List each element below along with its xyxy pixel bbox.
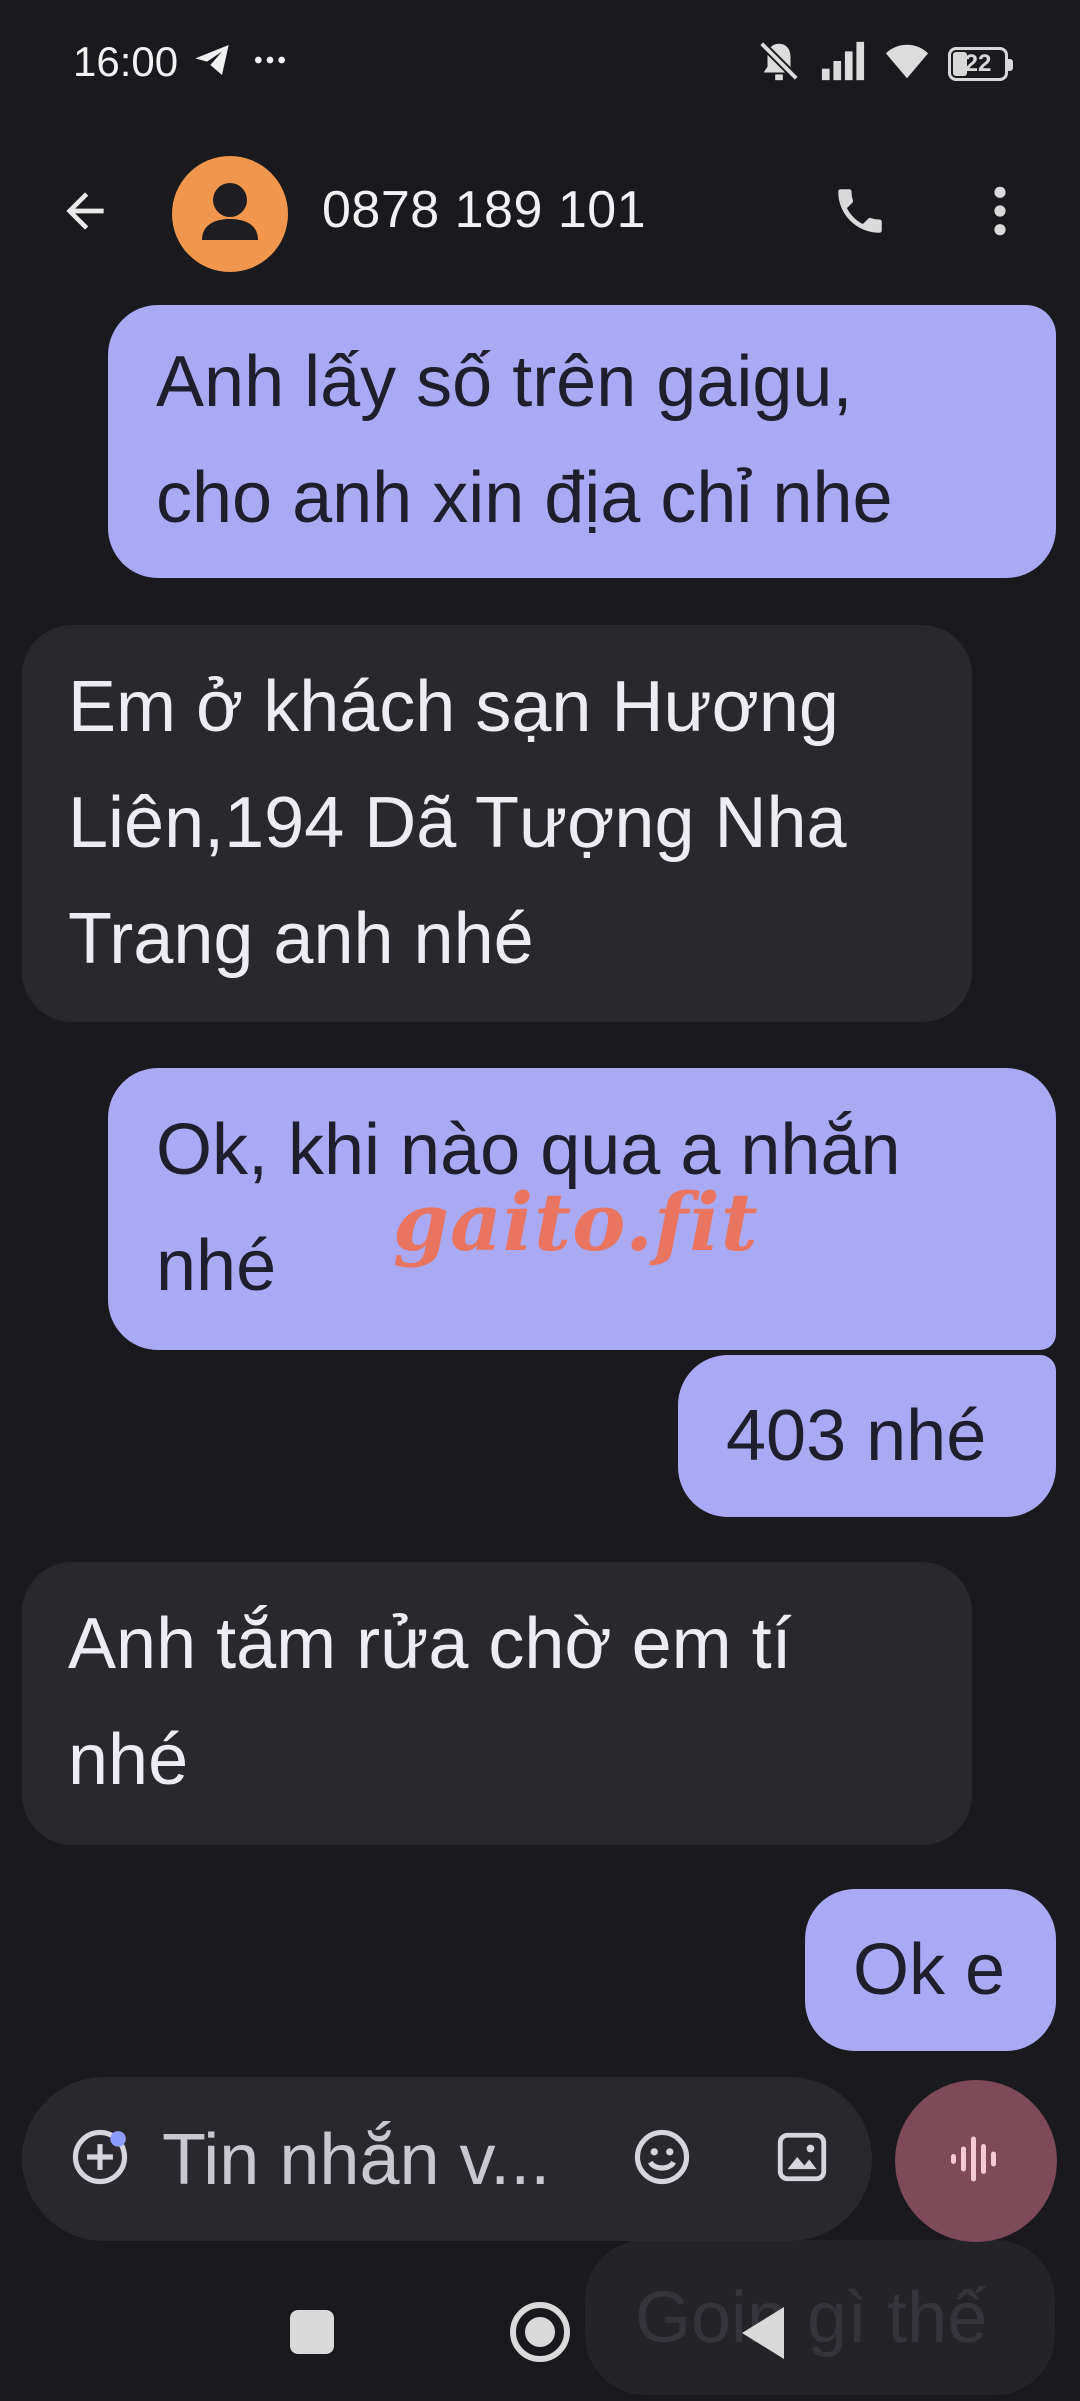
- message-bubble-incoming[interactable]: Anh tắm rửa chờ em tí nhé: [22, 1562, 972, 1845]
- battery-level: 22: [964, 49, 992, 77]
- back-button[interactable]: [45, 173, 125, 253]
- image-icon: [773, 2128, 831, 2191]
- battery-icon: 22: [948, 46, 1013, 81]
- home-icon[interactable]: [510, 2302, 570, 2362]
- more-options-button[interactable]: [960, 173, 1040, 253]
- message-bubble-outgoing[interactable]: Anh lấy số trên gaigu, cho anh xin địa c…: [108, 305, 1056, 578]
- status-bar: 16:00 22: [0, 0, 1080, 125]
- voice-message-button[interactable]: [895, 2080, 1057, 2242]
- signal-icon: [820, 41, 866, 86]
- arrow-back-icon: [57, 183, 113, 244]
- add-circle-icon: [69, 2126, 131, 2193]
- mute-icon: [756, 38, 802, 89]
- watermark: gaito.fit: [393, 1175, 759, 1269]
- gallery-button[interactable]: [762, 2119, 842, 2199]
- recent-apps-icon[interactable]: [290, 2310, 334, 2354]
- wifi-icon: [884, 41, 930, 86]
- message-text: cho anh xin địa chỉ nhe: [156, 458, 893, 538]
- avatar[interactable]: [172, 156, 288, 272]
- message-input[interactable]: [160, 2103, 624, 2217]
- message-text: Anh tắm rửa chờ em tí: [68, 1604, 792, 1684]
- notification-icons: [192, 40, 290, 85]
- call-button[interactable]: [820, 173, 900, 253]
- message-text: Ok e: [853, 1930, 1006, 2010]
- message-text: Trang anh nhé: [68, 899, 534, 979]
- message-text: 403 nhé: [726, 1396, 987, 1476]
- person-icon: [202, 183, 258, 240]
- emoji-button[interactable]: [622, 2119, 702, 2199]
- phone-icon: [831, 182, 889, 245]
- system-nav-bar: [0, 2280, 1080, 2401]
- status-time: 16:00: [73, 38, 179, 85]
- message-bubble-outgoing[interactable]: 403 nhé: [678, 1355, 1056, 1517]
- contact-name[interactable]: 0878 189 101: [322, 180, 646, 240]
- compose-bar: [22, 2077, 872, 2241]
- more-notifications-icon: [250, 40, 290, 85]
- message-text: Em ở khách sạn Hương: [68, 667, 839, 747]
- message-text: Liên,194 Dã Tượng Nha: [68, 783, 847, 863]
- emoji-icon: [631, 2126, 693, 2193]
- voice-wave-icon: [946, 2129, 1006, 2194]
- more-vert-icon: [980, 183, 1020, 244]
- system-icons: 22: [756, 38, 1013, 89]
- message-bubble-outgoing[interactable]: Ok e: [805, 1889, 1056, 2051]
- telegram-icon: [192, 40, 232, 85]
- message-bubble-incoming[interactable]: Em ở khách sạn Hương Liên,194 Dã Tượng N…: [22, 625, 972, 1022]
- add-attachment-button[interactable]: [60, 2119, 140, 2199]
- conversation-header: 0878 189 101: [0, 140, 1080, 290]
- message-text: nhé: [68, 1720, 189, 1800]
- message-text: Anh lấy số trên gaigu,: [156, 342, 853, 422]
- nav-back-icon[interactable]: [742, 2307, 784, 2359]
